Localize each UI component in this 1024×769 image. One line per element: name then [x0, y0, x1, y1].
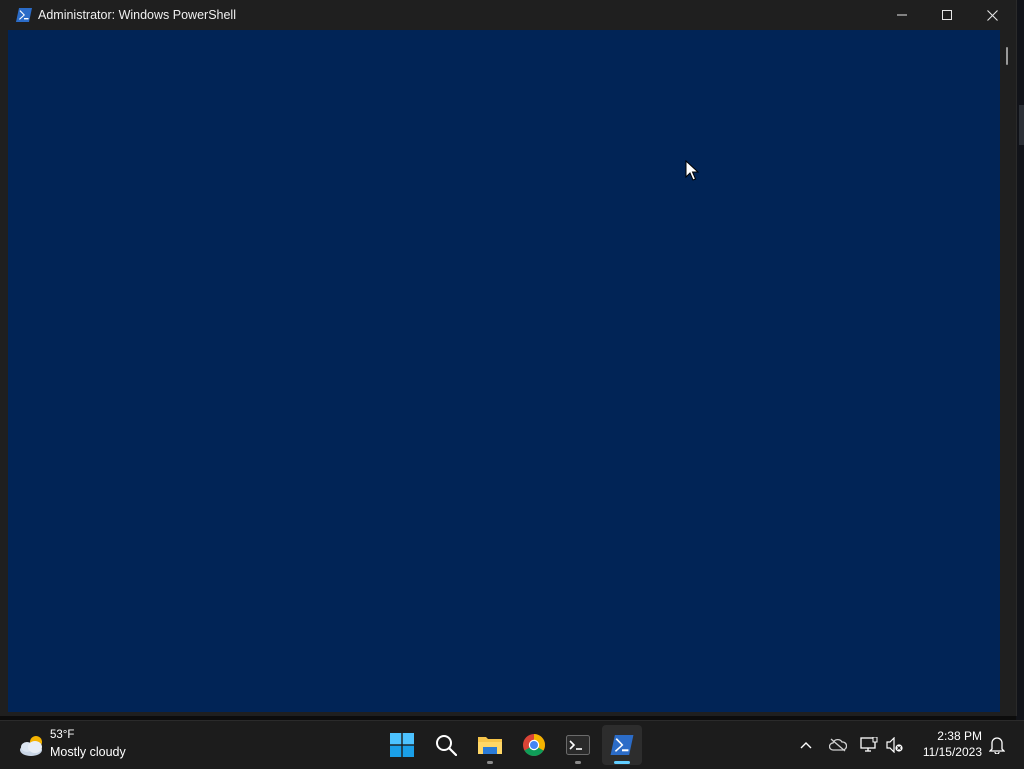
console-scrollbar[interactable]	[1000, 30, 1016, 712]
search-button[interactable]	[426, 725, 466, 765]
title-bar[interactable]: Administrator: Windows PowerShell	[0, 0, 1016, 30]
close-icon	[986, 9, 998, 21]
search-icon	[436, 735, 457, 756]
close-button[interactable]	[969, 0, 1015, 30]
notification-bell-icon	[989, 737, 1005, 754]
powershell-icon	[610, 735, 634, 755]
network-button[interactable]	[856, 731, 882, 759]
maximize-button[interactable]	[924, 0, 970, 30]
windows-start-icon	[390, 733, 414, 757]
folder-icon	[478, 737, 502, 754]
weather-widget[interactable]: 53°F Mostly cloudy	[14, 727, 144, 763]
terminal-icon	[566, 735, 590, 755]
active-indicator	[614, 761, 630, 764]
console-area[interactable]	[8, 30, 1000, 712]
start-button[interactable]	[382, 725, 422, 765]
background-window-edge	[1016, 0, 1024, 720]
network-icon	[860, 737, 878, 752]
taskbar-clock[interactable]: 2:38 PM 11/15/2023	[914, 728, 982, 762]
partly-cloudy-icon	[20, 736, 42, 756]
running-indicator	[487, 761, 493, 764]
taskbar: 53°F Mostly cloudy 2:38 PM 11/15/2023	[0, 720, 1024, 769]
file-explorer-button[interactable]	[470, 725, 510, 765]
terminal-button[interactable]	[558, 725, 598, 765]
volume-muted-icon	[886, 737, 903, 753]
powershell-window: Administrator: Windows PowerShell	[0, 0, 1017, 716]
show-hidden-icons-button[interactable]	[793, 731, 819, 759]
powershell-taskbar-button[interactable]	[602, 725, 642, 765]
weather-temperature: 53°F	[50, 729, 75, 741]
volume-button[interactable]	[882, 731, 908, 759]
console-scrollbar-thumb[interactable]	[1006, 47, 1008, 65]
mouse-pointer-icon	[685, 160, 699, 181]
powershell-icon[interactable]	[16, 8, 32, 22]
window-title: Administrator: Windows PowerShell	[38, 8, 236, 22]
minimize-button[interactable]	[879, 0, 925, 30]
onedrive-offline-icon	[829, 738, 847, 752]
clock-time: 2:38 PM	[937, 729, 982, 743]
notifications-button[interactable]	[984, 731, 1010, 759]
minimize-icon	[897, 14, 907, 16]
clock-date: 11/15/2023	[922, 745, 982, 759]
maximize-icon	[942, 10, 952, 20]
chevron-up-icon	[800, 742, 812, 749]
chrome-button[interactable]	[514, 725, 554, 765]
weather-condition: Mostly cloudy	[50, 745, 126, 759]
background-scrollbar-thumb	[1019, 105, 1024, 145]
onedrive-button[interactable]	[825, 731, 851, 759]
running-indicator	[575, 761, 581, 764]
chrome-icon	[523, 734, 545, 756]
